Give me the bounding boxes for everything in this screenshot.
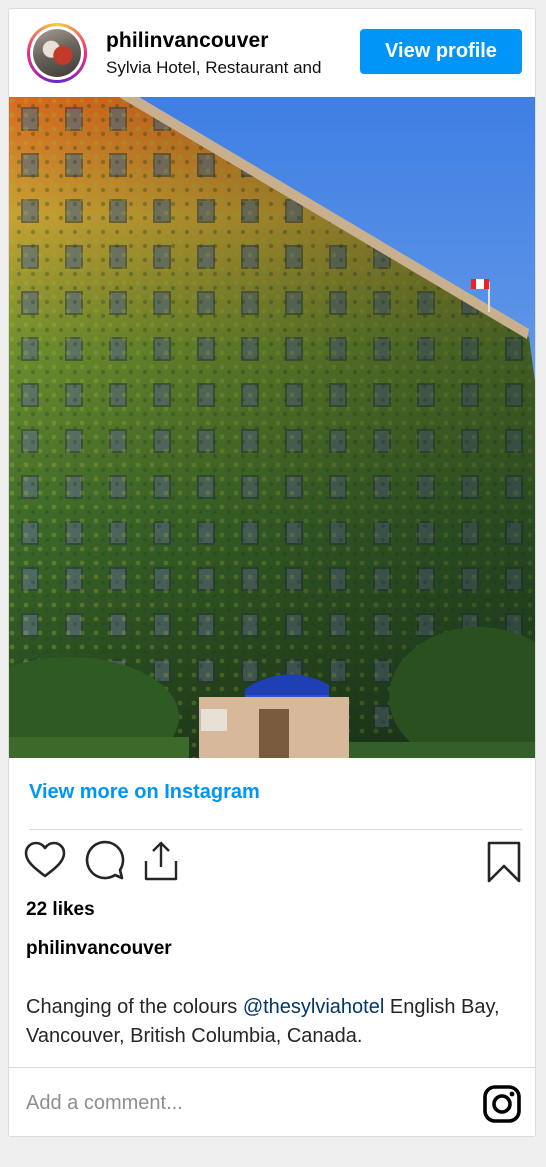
avatar[interactable] [27,23,87,83]
post-photo[interactable] [9,97,535,758]
caption-text: Changing of the colours @thesylviahotel … [26,993,526,1051]
share-icon[interactable] [139,839,183,883]
caption-username[interactable]: philinvancouver [26,938,172,960]
comment-icon[interactable] [82,839,126,883]
likes-count[interactable]: 22 likes [26,899,95,921]
avatar-photo [33,29,81,77]
view-profile-button[interactable]: View profile [360,29,522,74]
bookmark-icon[interactable] [482,839,526,883]
instagram-logo-icon[interactable] [482,1084,522,1124]
view-more-on-instagram-link[interactable]: View more on Instagram [29,781,260,804]
divider [29,829,522,830]
comment-divider [9,1067,535,1068]
instagram-embed-card: philinvancouver Sylvia Hotel, Restaurant… [8,8,536,1137]
heart-icon[interactable] [23,839,67,883]
action-bar [9,839,535,887]
header-username[interactable]: philinvancouver [106,29,269,53]
caption-mention[interactable]: @thesylviahotel [243,996,384,1018]
header-location[interactable]: Sylvia Hotel, Restaurant and [106,58,321,78]
post-header: philinvancouver Sylvia Hotel, Restaurant… [9,9,535,97]
caption-text-before: Changing of the colours [26,996,243,1018]
add-comment-input[interactable]: Add a comment... [26,1092,183,1115]
